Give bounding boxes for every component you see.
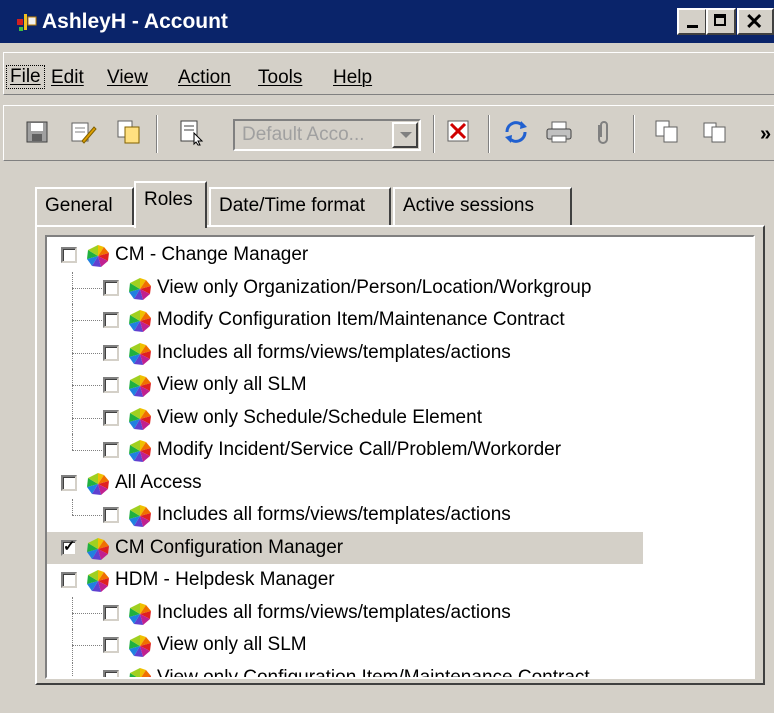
menu-action[interactable]: Action: [178, 67, 231, 89]
permission-row[interactable]: Includes all forms/views/templates/actio…: [47, 336, 753, 369]
role-label: CM - Change Manager: [115, 244, 309, 265]
permission-row[interactable]: Modify Configuration Item/Maintenance Co…: [47, 304, 753, 336]
window-title: AshleyH - Account: [42, 10, 228, 33]
menu-view[interactable]: View: [107, 67, 148, 89]
role-checkbox[interactable]: [61, 247, 77, 263]
permission-row[interactable]: View only Schedule/Schedule Element: [47, 401, 753, 434]
role-icon: [128, 407, 152, 431]
layout-select[interactable]: Default Acco...: [233, 119, 421, 151]
role-checkbox[interactable]: [103, 344, 119, 361]
role-label: View only Configuration Item/Maintenance…: [157, 666, 590, 679]
role-icon: [128, 309, 152, 333]
role-checkbox[interactable]: [103, 507, 119, 523]
layout-select-value: Default Acco...: [242, 124, 365, 145]
role-label: View only Schedule/Schedule Element: [157, 406, 482, 428]
role-checkbox[interactable]: [103, 409, 119, 426]
menu-file[interactable]: File: [6, 65, 45, 89]
role-row[interactable]: All Access: [47, 467, 753, 499]
role-icon: [86, 244, 110, 268]
tab-general[interactable]: General: [35, 187, 134, 227]
role-label: Includes all forms/views/templates/actio…: [157, 504, 511, 525]
save-icon[interactable]: [22, 117, 52, 147]
delete-icon[interactable]: [444, 117, 474, 147]
role-icon: [128, 342, 152, 366]
permission-row[interactable]: View only Configuration Item/Maintenance…: [47, 661, 753, 679]
refresh-icon[interactable]: [501, 117, 531, 147]
role-checkbox[interactable]: [103, 377, 119, 393]
close-icon: ✕: [745, 9, 764, 34]
role-icon: [128, 439, 152, 463]
print-icon[interactable]: [544, 117, 574, 147]
menu-tools[interactable]: Tools: [258, 67, 302, 89]
role-checkbox[interactable]: [103, 442, 119, 458]
minimize-icon: [687, 25, 698, 28]
role-label: Modify Incident/Service Call/Problem/Wor…: [157, 439, 562, 460]
role-label: HDM - Helpdesk Manager: [115, 569, 335, 590]
role-icon: [86, 537, 110, 561]
properties-icon[interactable]: [176, 117, 206, 147]
role-checkbox[interactable]: [61, 474, 77, 491]
role-icon: [128, 602, 152, 626]
roles-tree[interactable]: CM - Change Manager View only Organizatio…: [45, 235, 755, 679]
role-label: Modify Configuration Item/Maintenance Co…: [157, 309, 565, 330]
role-checkbox[interactable]: [103, 604, 119, 621]
role-label: View only all SLM: [157, 374, 307, 395]
role-row[interactable]: CM - Change Manager: [47, 239, 753, 271]
tab-roles[interactable]: Roles: [134, 181, 207, 228]
role-label: Includes all forms/views/templates/actio…: [157, 601, 511, 623]
app-icon: [17, 14, 37, 31]
edit-icon[interactable]: [68, 117, 98, 147]
permission-row[interactable]: View only all SLM: [47, 629, 753, 661]
menu-help[interactable]: Help: [333, 67, 372, 89]
maximize-button[interactable]: [706, 8, 736, 35]
role-row[interactable]: CM Configuration Manager: [47, 531, 753, 564]
role-label: CM Configuration Manager: [115, 536, 344, 558]
role-checkbox[interactable]: [103, 279, 119, 296]
role-checkbox[interactable]: [103, 312, 119, 328]
tab-active-sessions[interactable]: Active sessions: [393, 187, 572, 227]
chevron-down-icon[interactable]: [392, 122, 418, 148]
role-icon: [128, 667, 152, 677]
permission-row[interactable]: View only Organization/Person/Location/W…: [47, 271, 753, 304]
role-icon: [128, 504, 152, 528]
role-checkbox[interactable]: [61, 572, 77, 588]
permission-row[interactable]: Modify Incident/Service Call/Problem/Wor…: [47, 434, 753, 466]
role-icon: [86, 472, 110, 496]
maximize-icon: [714, 14, 726, 26]
menu-edit[interactable]: Edit: [51, 67, 84, 89]
role-checkbox[interactable]: [103, 669, 119, 677]
role-label: All Access: [115, 471, 202, 493]
tab-date-time-format[interactable]: Date/Time format: [209, 187, 391, 227]
permission-row[interactable]: Includes all forms/views/templates/actio…: [47, 596, 753, 629]
toolbar: Default Acco... »: [0, 105, 774, 163]
role-label: View only Organization/Person/Location/W…: [157, 276, 592, 298]
cut-icon[interactable]: [652, 117, 682, 147]
paste-icon[interactable]: [700, 117, 730, 147]
menu-bar: File Edit View Action Tools Help: [0, 52, 774, 97]
role-icon: [86, 569, 110, 593]
copy-icon[interactable]: [114, 117, 144, 147]
title-bar[interactable]: AshleyH - Account ✕: [0, 0, 774, 43]
permission-row[interactable]: View only all SLM: [47, 369, 753, 401]
close-button[interactable]: ✕: [737, 8, 774, 35]
role-checkbox[interactable]: [103, 637, 119, 653]
attach-icon[interactable]: [587, 117, 617, 147]
role-row[interactable]: HDM - Helpdesk Manager: [47, 564, 753, 596]
minimize-button[interactable]: [677, 8, 707, 35]
toolbar-overflow[interactable]: »: [760, 123, 771, 146]
role-icon: [128, 277, 152, 301]
permission-row[interactable]: Includes all forms/views/templates/actio…: [47, 499, 753, 531]
role-icon: [128, 374, 152, 398]
role-label: View only all SLM: [157, 634, 307, 655]
role-icon: [128, 634, 152, 658]
role-label: Includes all forms/views/templates/actio…: [157, 341, 511, 363]
role-checkbox[interactable]: [61, 537, 77, 556]
